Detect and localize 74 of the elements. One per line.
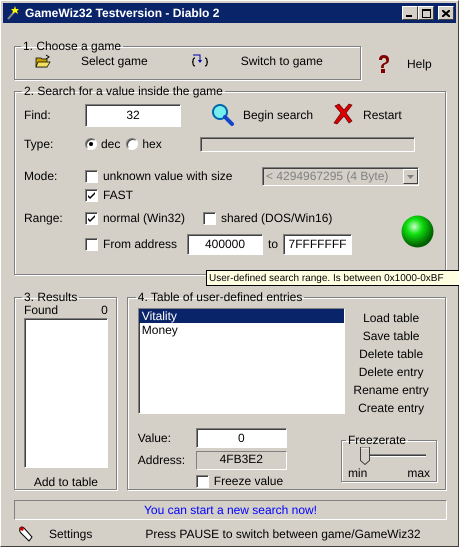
search-icon [211, 103, 235, 127]
tooltip: User-defined search range. Is between 0x1000-0xBF [206, 270, 459, 286]
group-title: 2. Search for a value inside the game [23, 85, 224, 97]
action-link[interactable]: Save table [362, 327, 420, 345]
field-label: Find: [24, 108, 52, 122]
status-light-icon [400, 214, 436, 249]
check-icon [87, 190, 96, 200]
checkbox[interactable] [85, 170, 98, 183]
check-icon [87, 214, 96, 224]
field-label: Type: [24, 136, 54, 152]
dropdown-arrow-icon [407, 174, 414, 178]
action-link[interactable]: Delete entry [358, 363, 424, 381]
action-link[interactable]: Delete table [359, 345, 424, 363]
question-mark-icon [377, 54, 391, 74]
slider-min-label: min [348, 466, 368, 481]
action-link[interactable]: Rename entry [353, 381, 429, 399]
checkbox-label: unknown value with size [103, 169, 232, 184]
checkbox[interactable] [196, 474, 209, 488]
results-list[interactable] [24, 318, 108, 468]
value-field[interactable]: 0 [196, 428, 287, 448]
folder-icon [35, 54, 51, 68]
window-title: GameWiz32 Testversion - Diablo 2 [25, 6, 220, 20]
cross-icon [331, 103, 356, 127]
checkbox[interactable] [85, 238, 98, 251]
field-label: Range: [24, 211, 64, 226]
address-display: 4FB3E2 [196, 451, 287, 470]
list-item[interactable]: Money [138, 323, 344, 338]
results-count: 0 [101, 303, 108, 318]
settings-button[interactable]: Settings [17, 525, 92, 543]
radio-label: hex [142, 136, 162, 152]
group-title: 1. Choose a game [22, 40, 122, 52]
checkbox-label: normal (Win32) [103, 211, 186, 226]
checkbox[interactable] [85, 188, 98, 202]
checkbox-label: From address [103, 237, 178, 252]
toolbar-button[interactable]: Restart [331, 103, 402, 127]
radio-label: dec [101, 136, 120, 152]
maximize-icon [422, 8, 430, 18]
action-link[interactable]: Create entry [358, 399, 424, 417]
slider-max-label: max [407, 466, 430, 481]
maximize-button[interactable] [418, 6, 434, 20]
checkbox-label: shared (DOS/Win16) [221, 211, 332, 226]
group-title: 4. Table of user-defined entries [136, 291, 304, 303]
address-field[interactable]: 400000 [187, 234, 263, 255]
checkbox-label: Freeze value [214, 474, 284, 488]
find-field[interactable]: 32 [85, 104, 181, 126]
toolbar-button[interactable]: Begin search [211, 103, 314, 127]
radio-button[interactable] [126, 138, 138, 150]
results-label: Found [24, 303, 58, 318]
action-link[interactable]: Load table [363, 309, 420, 327]
address-field[interactable]: 7FFFFFFF [283, 234, 352, 255]
checkbox[interactable] [203, 212, 216, 226]
close-icon [442, 10, 450, 16]
slider-thumb[interactable] [360, 447, 370, 466]
close-button[interactable] [438, 6, 454, 20]
hint-text: Press PAUSE to switch between game/GameWiz32 [145, 526, 421, 542]
braces-arrow-icon [192, 54, 208, 68]
toolbar-button[interactable]: Select game [35, 54, 148, 68]
group-title: Freezerate [346, 434, 407, 446]
list-item[interactable]: Vitality [138, 309, 344, 324]
toolbar-button[interactable]: Switch to game [192, 54, 323, 68]
status-message: You can start a new search now! [14, 500, 447, 520]
checkbox[interactable] [85, 212, 98, 226]
field-label: Address: [138, 453, 186, 468]
help-button[interactable]: Help [377, 54, 432, 74]
settings-icon [17, 525, 35, 543]
field-label: Value: [138, 430, 172, 446]
field-label: Mode: [24, 169, 58, 184]
app-icon [5, 5, 21, 21]
radio-button[interactable] [85, 138, 97, 150]
minimize-button[interactable] [402, 6, 418, 20]
group-title: 3. Results [23, 291, 78, 303]
checkbox-label: FAST [103, 188, 134, 202]
field-label: to [268, 237, 278, 252]
add-to-table-button[interactable]: Add to table [24, 475, 108, 490]
